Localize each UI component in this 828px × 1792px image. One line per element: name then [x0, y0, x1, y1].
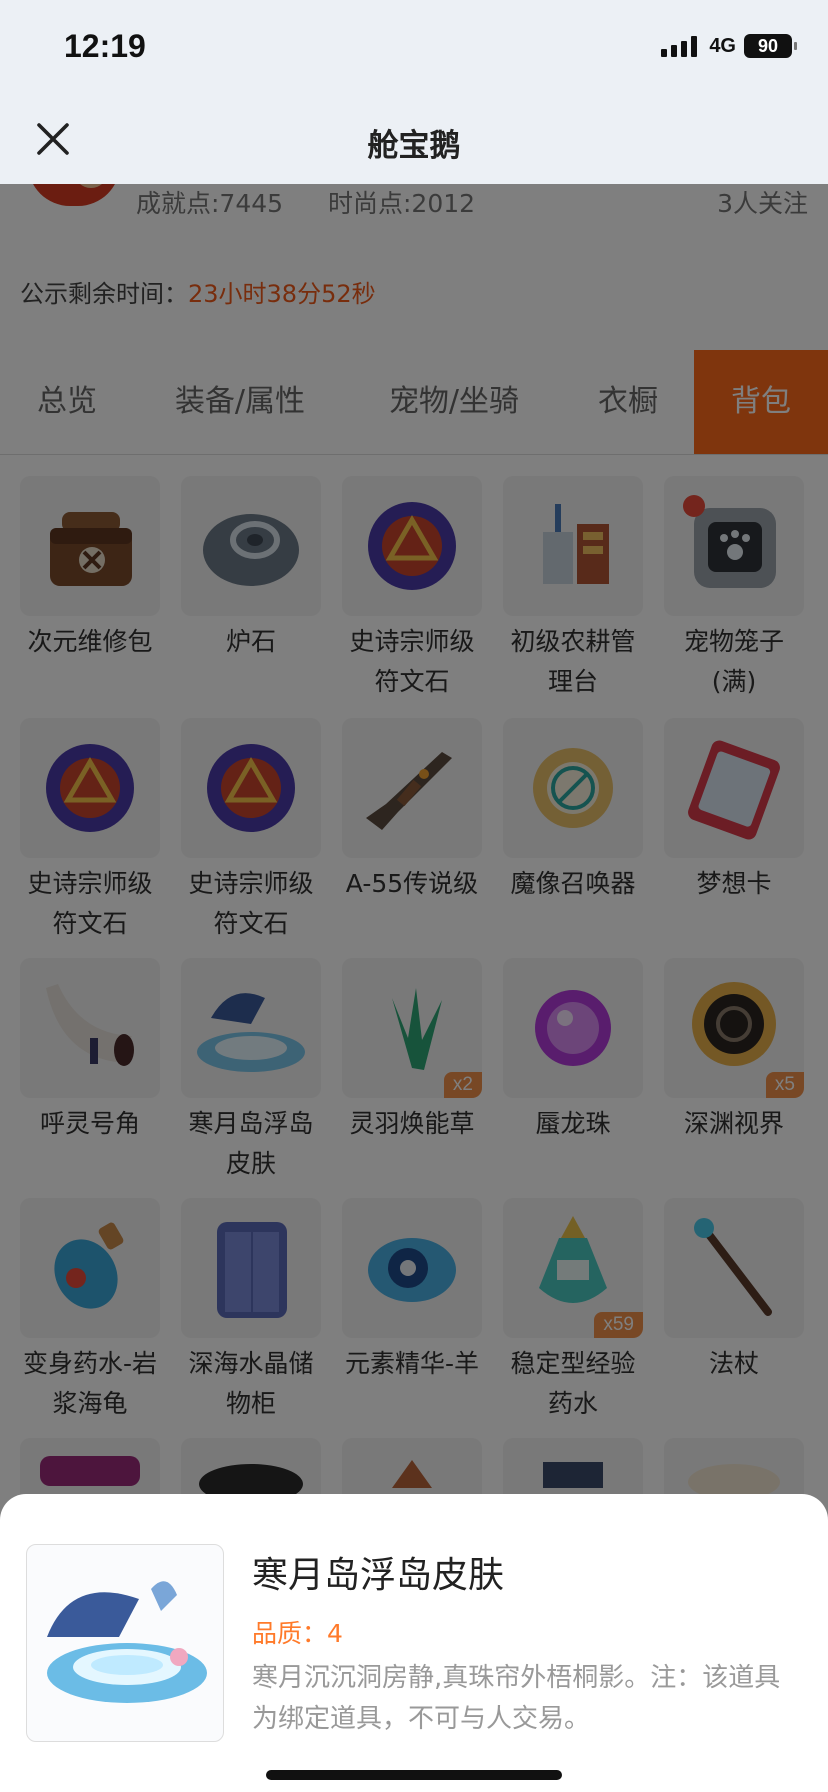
status-time: 12:19 [64, 28, 146, 64]
page-title: 舱宝鹅 [367, 128, 461, 164]
home-indicator[interactable] [266, 1770, 562, 1780]
item-detail-description: 寒月沉沉洞房静,真珠帘外梧桐影。注：该道具为绑定道具，不可与人交易。 [252, 1663, 781, 1734]
item-detail-title: 寒月岛浮岛皮肤 [252, 1555, 505, 1596]
nav-bar: 舱宝鹅 [0, 96, 828, 184]
network-type: 4G [709, 34, 736, 57]
item-detail-sheet: 寒月岛浮岛皮肤 品质：4 寒月沉沉洞房静,真珠帘外梧桐影。注：该道具为绑定道具，… [0, 1494, 828, 1792]
status-bar: 12:19 4G 90 [0, 0, 828, 96]
item-detail-quality: 品质：4 [252, 1619, 343, 1648]
battery-icon: 90 [744, 34, 797, 58]
signal-icon [661, 35, 698, 57]
floating-island-icon [26, 1544, 224, 1742]
status-indicators: 4G 90 [661, 34, 797, 58]
